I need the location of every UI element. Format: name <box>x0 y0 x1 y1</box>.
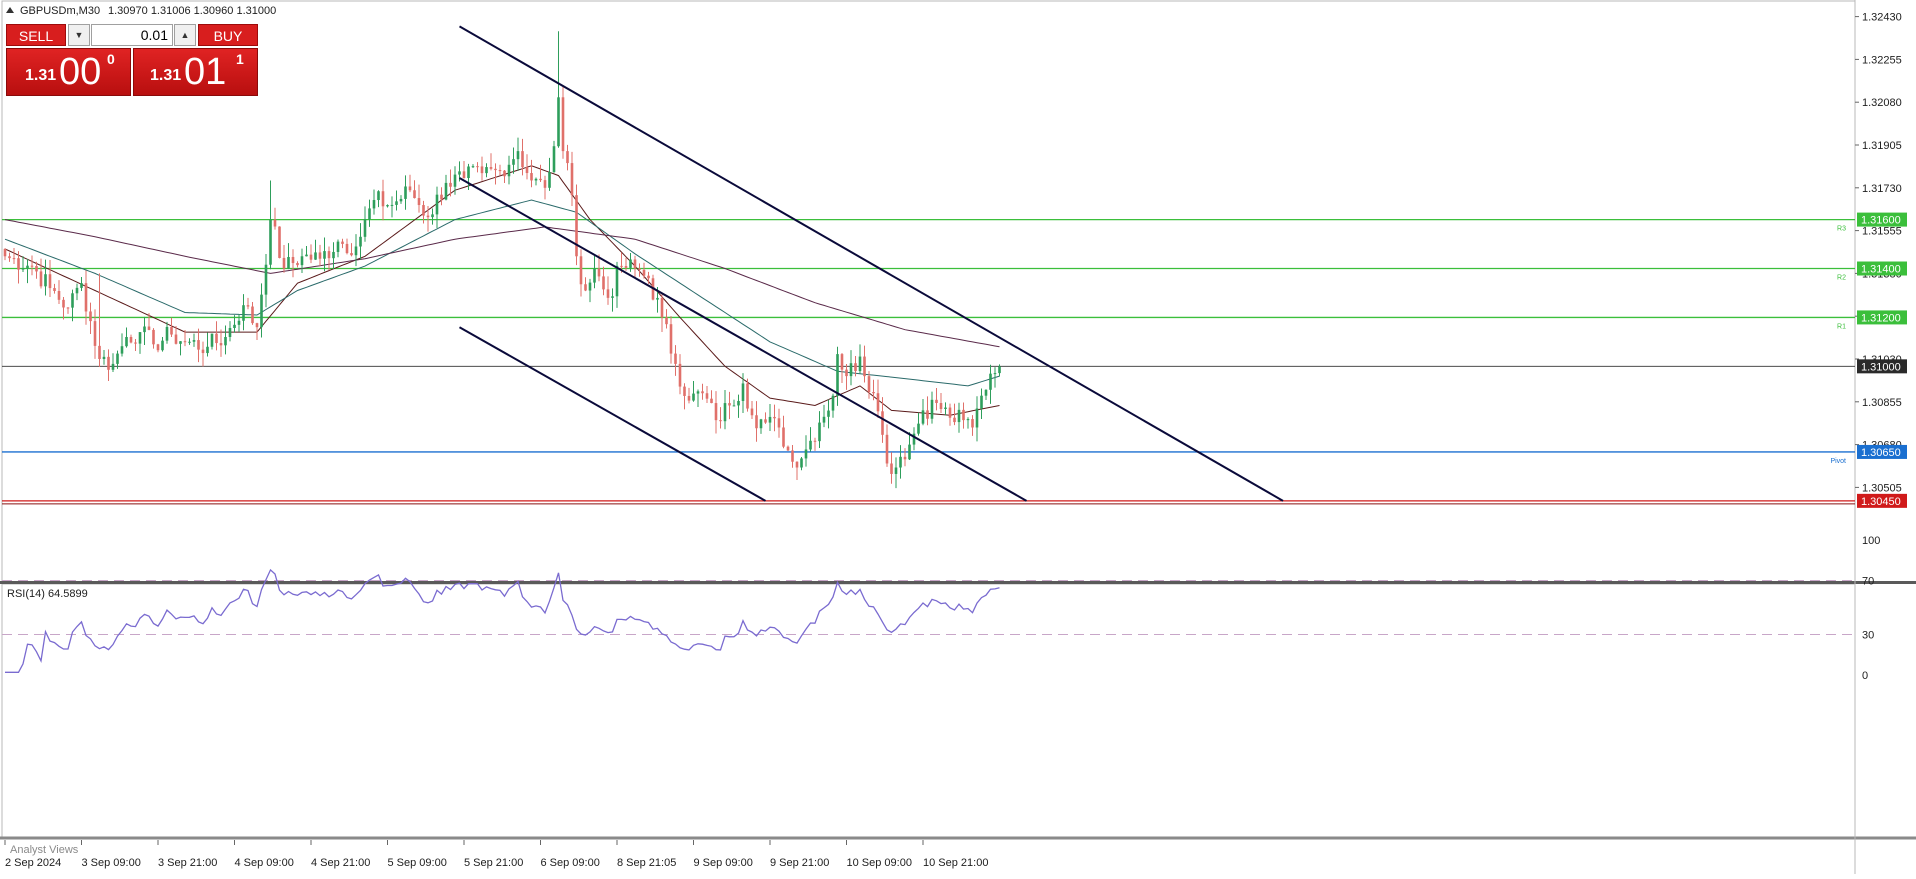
rsi-tick-label: 30 <box>1862 630 1874 642</box>
buy-price-sup: 1 <box>236 51 244 67</box>
chart-window: R3 R2 R1 Pivot 1.32430 1.32255 1.32080 1.31905… <box>0 0 1916 874</box>
price-tick-label: 1.32430 <box>1862 12 1902 24</box>
rsi-tick-label: 100 <box>1862 535 1880 547</box>
buy-button[interactable]: BUY <box>198 24 258 46</box>
price-tick-label: 1.31905 <box>1862 140 1902 152</box>
rsi-tick-label: 0 <box>1862 670 1868 682</box>
level-marker-r2: R2 <box>1837 275 1846 282</box>
lot-size-input[interactable] <box>91 24 173 46</box>
time-tick-label: 10 Sep 21:00 <box>923 857 988 869</box>
svg-text:1.31600: 1.31600 <box>1861 215 1901 227</box>
analyst-views-label[interactable]: Analyst Views <box>10 844 79 856</box>
one-click-trading-panel: SELL ▼ ▲ BUY 1.31 00 0 1.31 01 1 <box>6 24 258 96</box>
price-tick-label: 1.32080 <box>1862 97 1902 109</box>
buy-price-big: 01 <box>184 51 227 93</box>
level-tag-r1: 1.31200 <box>1857 310 1907 325</box>
lot-decrease-button[interactable]: ▼ <box>68 24 90 46</box>
svg-text:1.31200: 1.31200 <box>1861 312 1901 324</box>
time-tick-label: 5 Sep 09:00 <box>388 857 447 869</box>
price-tick-label: 1.31555 <box>1862 226 1902 238</box>
time-tick-label: 10 Sep 09:00 <box>847 857 912 869</box>
time-tick-label: 2 Sep 2024 <box>5 857 61 869</box>
buy-price-box[interactable]: 1.31 01 1 <box>133 48 258 96</box>
level-tag-r2: 1.31400 <box>1857 261 1907 276</box>
level-tag-r3: 1.31600 <box>1857 212 1907 227</box>
symbol-label: GBPUSDm,M30 <box>20 5 100 17</box>
sell-button[interactable]: SELL <box>6 24 66 46</box>
svg-text:1.31400: 1.31400 <box>1861 264 1901 276</box>
sell-price-sup: 0 <box>107 51 115 67</box>
price-tick-label: 1.30855 <box>1862 397 1902 409</box>
candle <box>278 226 281 259</box>
buy-price-prefix: 1.31 <box>150 67 182 84</box>
sell-price-box[interactable]: 1.31 00 0 <box>6 48 131 96</box>
rsi-label: RSI(14) 64.5899 <box>7 588 88 600</box>
level-marker-pivot: Pivot <box>1830 458 1846 465</box>
price-tick-label: 1.30505 <box>1862 482 1902 494</box>
time-tick-label: 3 Sep 09:00 <box>82 857 141 869</box>
time-tick-label: 6 Sep 09:00 <box>541 857 600 869</box>
time-tick-label: 3 Sep 21:00 <box>158 857 217 869</box>
level-marker-r3: R3 <box>1837 226 1846 233</box>
price-tick-label: 1.32255 <box>1862 54 1902 66</box>
time-tick-label: 5 Sep 21:00 <box>464 857 523 869</box>
lot-increase-button[interactable]: ▲ <box>174 24 196 46</box>
chart-canvas[interactable]: R3 R2 R1 Pivot 1.32430 1.32255 1.32080 1.31905… <box>0 0 1916 874</box>
level-tag-pivot: 1.30650 <box>1857 444 1907 459</box>
time-tick-label: 8 Sep 21:05 <box>617 857 676 869</box>
ohlc-label: 1.30970 1.31006 1.30960 1.31000 <box>108 5 276 17</box>
candle <box>746 378 749 412</box>
level-tag-s1: 1.30450 <box>1857 493 1907 508</box>
svg-text:1.31000: 1.31000 <box>1861 361 1901 373</box>
chart-background <box>0 0 1916 874</box>
time-tick-label: 9 Sep 09:00 <box>694 857 753 869</box>
sell-price-prefix: 1.31 <box>25 67 57 84</box>
svg-text:1.30650: 1.30650 <box>1861 447 1901 459</box>
svg-text:1.30450: 1.30450 <box>1861 496 1901 508</box>
time-tick-label: 4 Sep 09:00 <box>235 857 294 869</box>
time-tick-label: 9 Sep 21:00 <box>770 857 829 869</box>
candle <box>575 184 578 266</box>
rsi-tick-label: 70 <box>1862 576 1874 588</box>
price-tick-label: 1.31730 <box>1862 183 1902 195</box>
level-tag-current: 1.31000 <box>1857 359 1907 374</box>
time-tick-label: 4 Sep 21:00 <box>311 857 370 869</box>
level-marker-r1: R1 <box>1837 323 1846 330</box>
sell-price-big: 00 <box>59 51 102 93</box>
